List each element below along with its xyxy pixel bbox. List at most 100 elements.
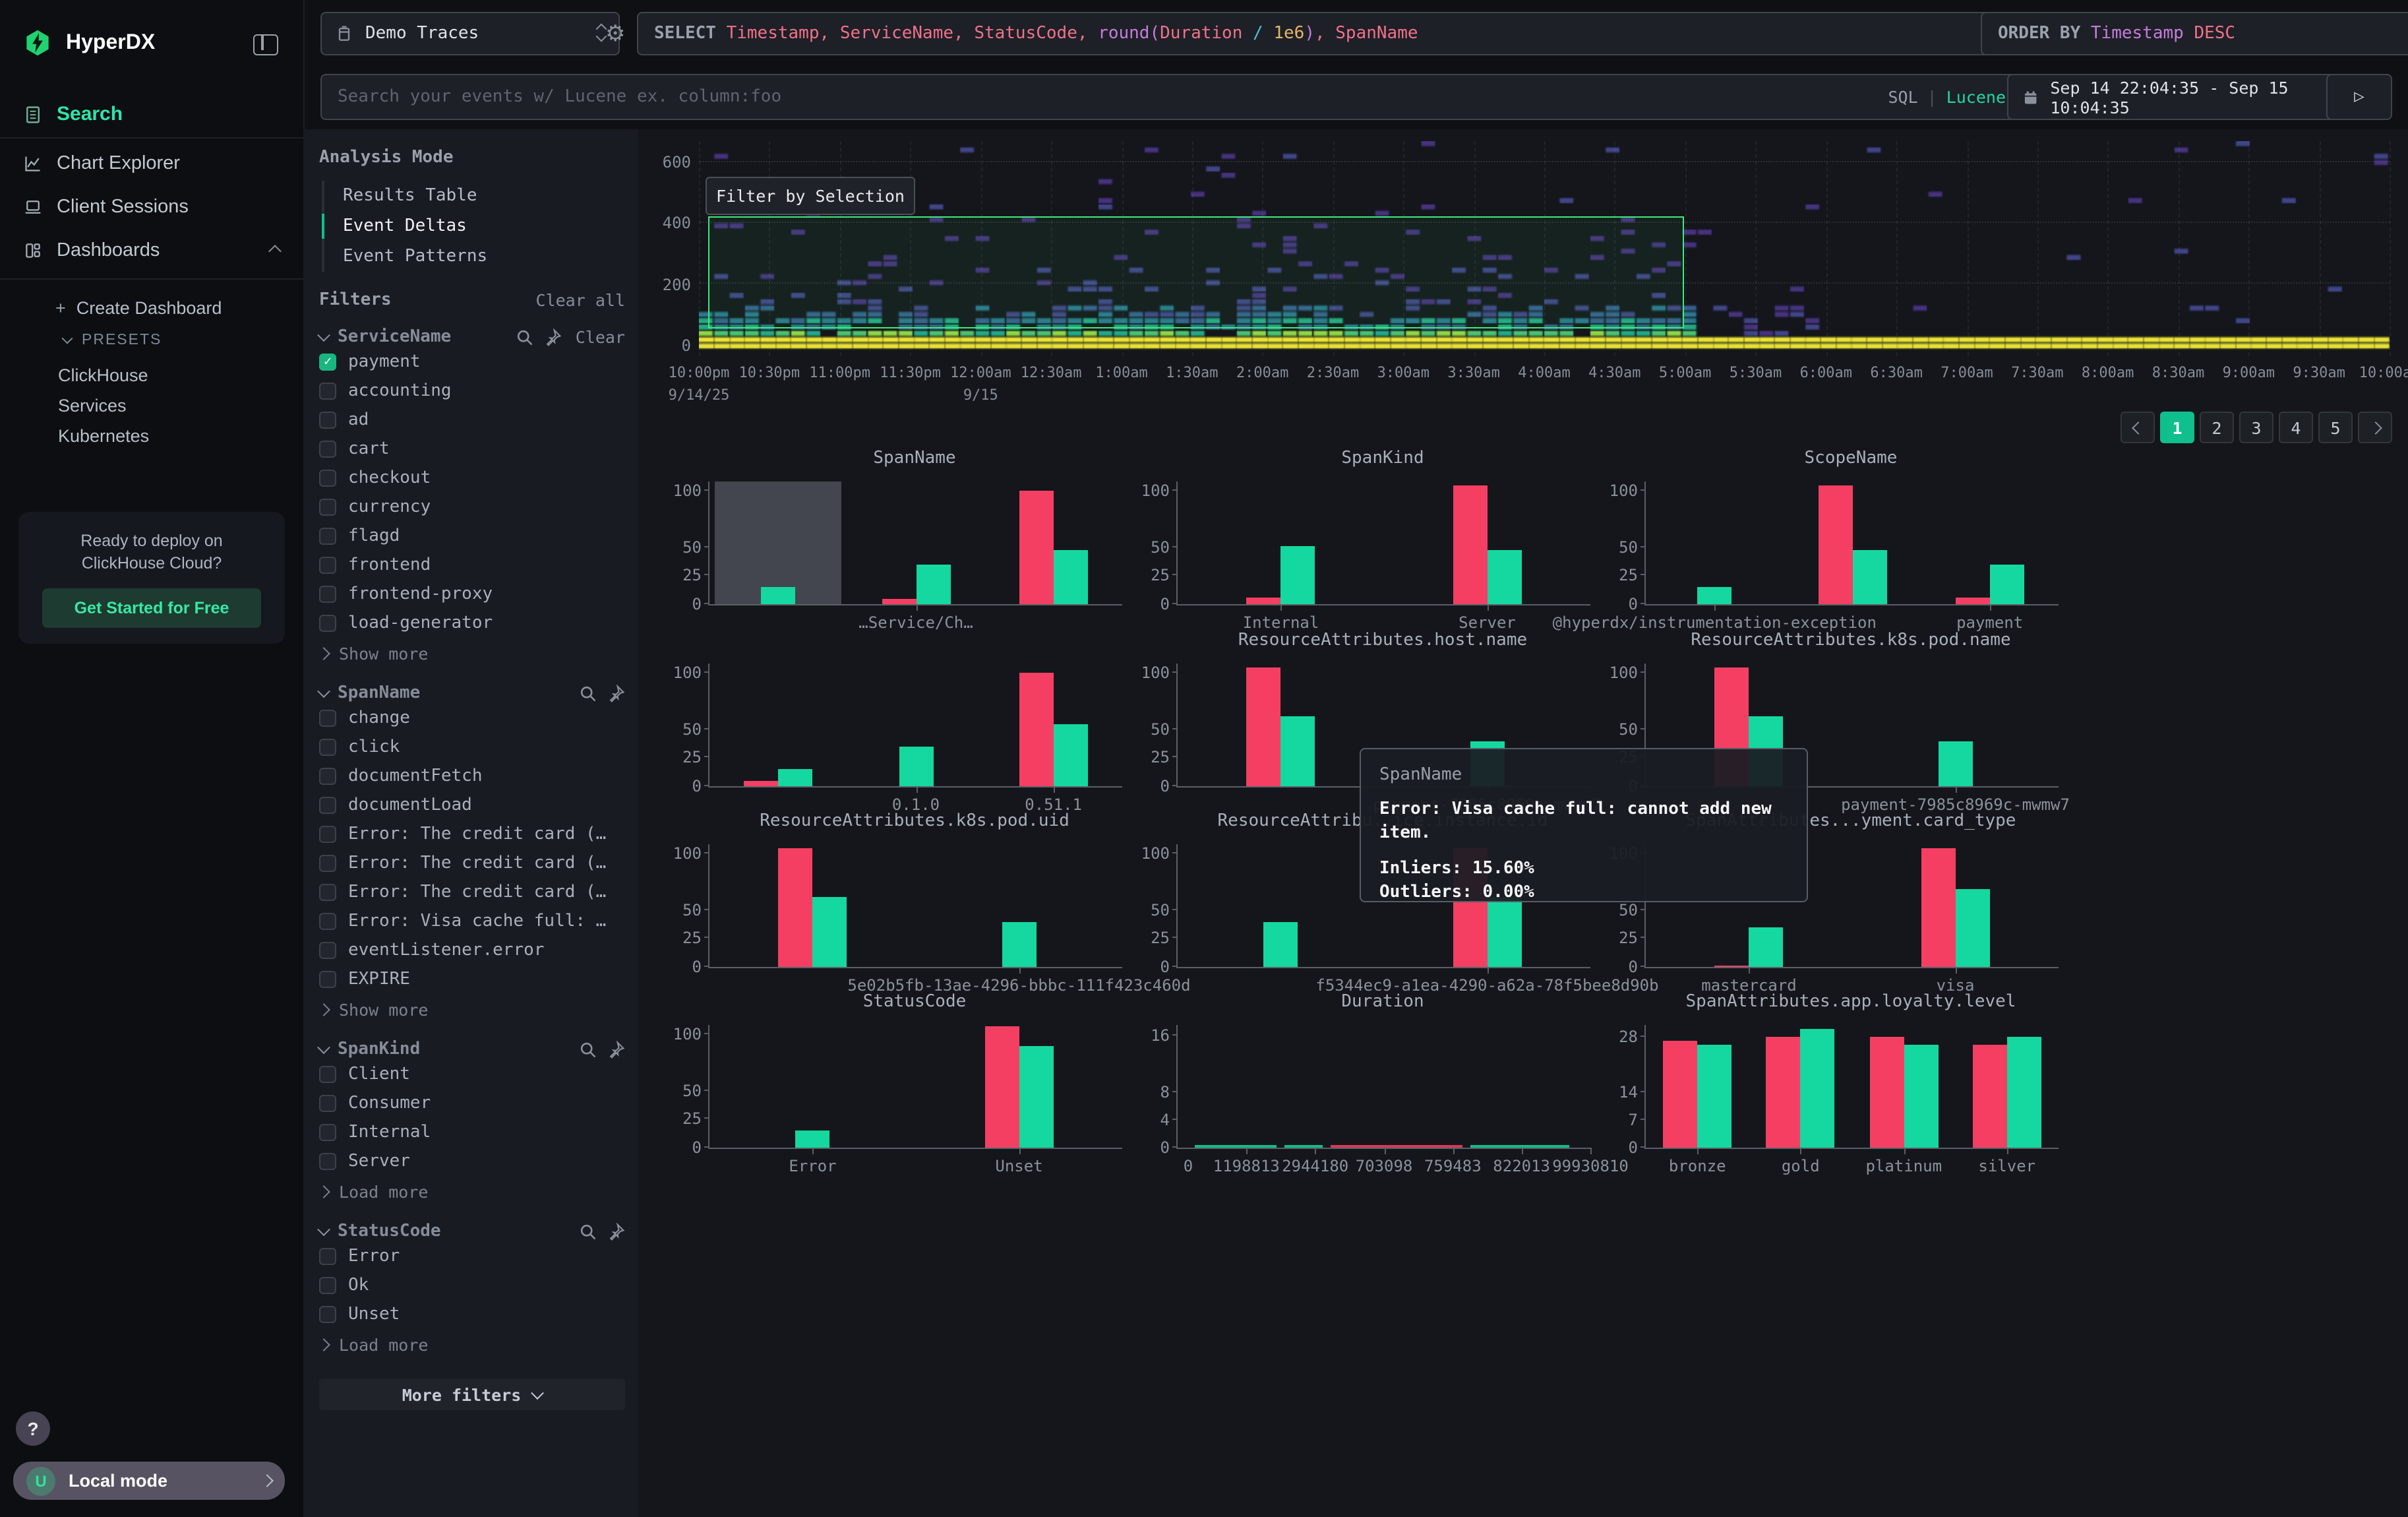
filter-option[interactable]: ✓payment <box>319 348 625 376</box>
checkbox[interactable] <box>319 383 336 400</box>
checkbox[interactable] <box>319 797 336 814</box>
filter-option[interactable]: documentFetch <box>319 762 625 790</box>
filter-group-title[interactable]: StatusCode <box>338 1222 441 1241</box>
checkbox[interactable] <box>319 768 336 785</box>
outlier-bar[interactable] <box>1869 1037 1904 1148</box>
filter-option[interactable]: accounting <box>319 377 625 405</box>
inlier-bar[interactable] <box>1054 724 1088 786</box>
checkbox[interactable] <box>319 1095 336 1112</box>
inlier-bar[interactable] <box>1956 890 1990 967</box>
chevron-down-icon[interactable] <box>317 685 330 698</box>
filter-option[interactable]: frontend <box>319 551 625 579</box>
chart-plot-area[interactable]: 02550100@hyperdx/instrumentation-excepti… <box>1644 481 2059 605</box>
analysis-mode-option-event-patterns[interactable]: Event Patterns <box>324 241 625 272</box>
checkbox[interactable] <box>319 1066 336 1083</box>
page-button-4[interactable]: 4 <box>2279 412 2313 443</box>
chart-plot-area[interactable]: 02550100…Service/Ch… <box>708 481 1122 605</box>
gear-icon[interactable]: ⚙ <box>605 21 626 47</box>
checkbox[interactable] <box>319 441 336 458</box>
filter-option[interactable]: click <box>319 733 625 761</box>
next-page-button[interactable] <box>2358 412 2392 443</box>
filter-option[interactable]: Internal <box>319 1119 625 1146</box>
inlier-bar[interactable] <box>761 587 795 604</box>
outlier-bar[interactable] <box>1247 667 1281 786</box>
checkbox[interactable] <box>319 615 336 632</box>
checkbox[interactable] <box>319 739 336 756</box>
inlier-bar[interactable] <box>1852 549 1886 604</box>
inlier-bar[interactable] <box>1019 1045 1054 1148</box>
prev-page-button[interactable] <box>2121 412 2155 443</box>
chart-plot-area[interactable]: 02550100InternalServer <box>1176 481 1590 605</box>
filter-option[interactable]: Consumer <box>319 1090 625 1117</box>
filter-option[interactable]: eventListener.error <box>319 937 625 964</box>
more-filters-button[interactable]: More filters <box>319 1378 625 1410</box>
checkbox[interactable] <box>319 1124 336 1141</box>
filter-option[interactable]: Server <box>319 1148 625 1175</box>
sidebar-item-chart-explorer[interactable]: Chart Explorer <box>24 153 180 174</box>
filter-option[interactable]: change <box>319 704 625 732</box>
analysis-mode-option-results-table[interactable]: Results Table <box>324 181 625 211</box>
checkbox[interactable] <box>319 855 336 872</box>
filter-option[interactable]: Client <box>319 1061 625 1088</box>
outlier-bar[interactable] <box>1956 598 1990 604</box>
show-more-button[interactable]: Show more <box>319 640 625 666</box>
checkbox[interactable] <box>319 913 336 930</box>
inlier-bar[interactable] <box>1002 921 1037 967</box>
filter-option[interactable]: Error: The credit card (… <box>319 879 625 906</box>
search-icon[interactable] <box>579 1040 597 1059</box>
checkbox[interactable] <box>319 1153 336 1170</box>
load-more-button[interactable]: Load more <box>319 1178 625 1204</box>
outlier-bar[interactable] <box>1247 598 1281 604</box>
inlier-bar[interactable] <box>1990 565 2024 604</box>
sidebar-item-search[interactable]: Search <box>24 103 123 125</box>
sidebar-item-client-sessions[interactable]: Client Sessions <box>24 197 189 218</box>
inlier-bar[interactable] <box>1801 1029 1835 1148</box>
checkbox[interactable] <box>319 1306 336 1323</box>
search-input[interactable]: Search your events w/ Lucene ex. column:… <box>320 74 2023 120</box>
data-source-select[interactable]: Demo Traces <box>320 12 620 55</box>
load-more-button[interactable]: Load more <box>319 1331 625 1357</box>
inlier-bar[interactable] <box>2007 1037 2041 1148</box>
checkbox[interactable] <box>319 557 336 574</box>
outlier-bar[interactable] <box>1453 485 1488 604</box>
search-icon[interactable] <box>516 328 535 346</box>
outlier-bar[interactable] <box>1766 1037 1801 1148</box>
create-dashboard-button[interactable]: +Create Dashboard <box>55 298 222 318</box>
inlier-bar[interactable] <box>1488 896 1522 967</box>
inlier-bar[interactable] <box>1054 549 1088 604</box>
search-icon[interactable] <box>579 1222 597 1241</box>
filter-group-title[interactable]: SpanName <box>338 683 420 703</box>
filter-option[interactable]: documentLoad <box>319 791 625 819</box>
inlier-bar[interactable] <box>916 565 950 604</box>
sidebar-item-clickhouse[interactable]: ClickHouse <box>58 365 148 385</box>
page-button-2[interactable]: 2 <box>2200 412 2234 443</box>
lang-sql-toggle[interactable]: SQL <box>1888 87 1917 107</box>
page-button-3[interactable]: 3 <box>2239 412 2273 443</box>
outlier-bar[interactable] <box>1973 1045 2007 1148</box>
checkbox[interactable] <box>319 710 336 727</box>
chevron-down-icon[interactable] <box>317 1041 330 1054</box>
outlier-bar[interactable] <box>744 780 778 786</box>
show-more-button[interactable]: Show more <box>319 996 625 1022</box>
filter-by-selection-button[interactable]: Filter by Selection <box>706 177 915 215</box>
date-range-picker[interactable]: Sep 14 22:04:35 - Sep 15 10:04:35 <box>2007 74 2339 120</box>
chart-plot-area[interactable]: 0481601198813294418070309875948382201399… <box>1176 1025 1590 1149</box>
inlier-bar[interactable] <box>1488 549 1522 604</box>
run-query-button[interactable]: ▷ <box>2326 74 2392 120</box>
inlier-bar[interactable] <box>1697 587 1731 604</box>
get-started-button[interactable]: Get Started for Free <box>42 588 261 628</box>
chevron-down-icon[interactable] <box>317 1223 330 1236</box>
outlier-bar[interactable] <box>1663 1041 1697 1148</box>
pin-icon[interactable] <box>607 1222 625 1241</box>
filter-option[interactable]: flagd <box>319 522 625 550</box>
page-button-1[interactable]: 1 <box>2160 412 2194 443</box>
checkbox[interactable] <box>319 412 336 429</box>
order-by-input[interactable]: ORDER BY Timestamp DESC <box>1981 12 2408 55</box>
chart-plot-area[interactable]: 025501005e02b5fb-13ae-4296-bbbc-111f423c… <box>708 844 1122 968</box>
outlier-bar[interactable] <box>1921 848 1956 967</box>
filter-group-title[interactable]: SpanKind <box>338 1039 420 1059</box>
filter-option[interactable]: cart <box>319 435 625 463</box>
filter-option[interactable]: Error <box>319 1243 625 1270</box>
chevron-down-icon[interactable] <box>317 328 330 342</box>
sidebar-item-services[interactable]: Services <box>58 396 127 416</box>
